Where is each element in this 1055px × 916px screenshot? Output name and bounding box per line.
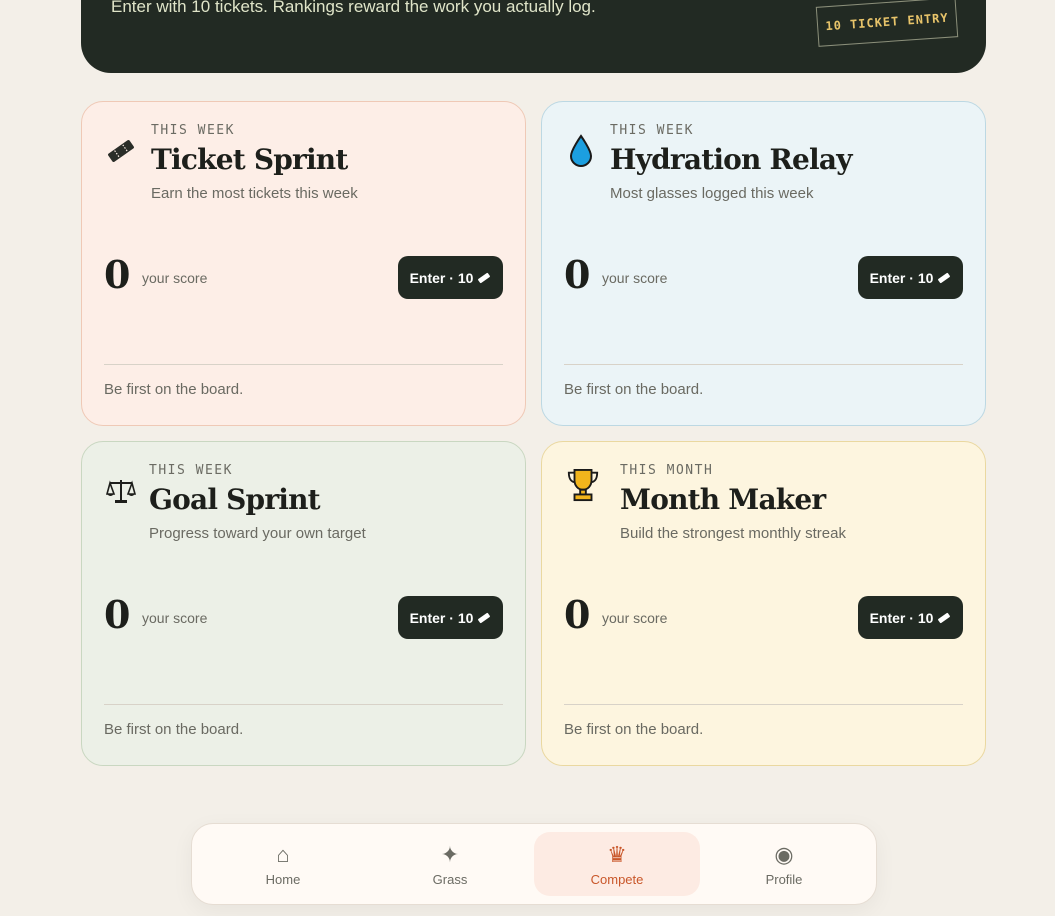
nav-label: Grass	[432, 871, 468, 887]
score-label: your score	[602, 270, 668, 286]
ticket-icon	[104, 134, 138, 168]
scales-icon	[104, 474, 138, 508]
competition-card-hydration-relay: THIS WEEK Hydration Relay Most glasses l…	[541, 101, 986, 426]
score-label: your score	[602, 610, 668, 626]
droplet-icon	[564, 134, 598, 168]
ticket-entry-tag: 10 TICKET ENTRY	[815, 0, 959, 47]
trophy-icon	[566, 468, 600, 502]
card-title: Hydration Relay	[610, 143, 852, 176]
score-label: your score	[142, 270, 208, 286]
enter-label: Enter · 10	[409, 609, 474, 626]
ticket-icon	[938, 612, 951, 623]
card-subtitle: Build the strongest monthly streak	[620, 525, 846, 542]
competition-card-ticket-sprint: THIS WEEK Ticket Sprint Earn the most ti…	[81, 101, 526, 426]
enter-label: Enter · 10	[869, 609, 934, 626]
score-value: 0	[564, 592, 591, 637]
divider	[104, 364, 503, 365]
score-value: 0	[564, 252, 591, 297]
card-period: THIS WEEK	[151, 123, 235, 138]
ticket-icon	[938, 272, 951, 283]
nav-label: Home	[265, 871, 301, 887]
nav-item-compete[interactable]: ♛ Compete	[534, 832, 700, 896]
score-value: 0	[104, 592, 131, 637]
leaderboard-empty-text: Be first on the board.	[564, 721, 704, 738]
divider	[564, 364, 963, 365]
score-label: your score	[142, 610, 208, 626]
leaderboard-empty-text: Be first on the board.	[104, 721, 244, 738]
nav-label: Compete	[590, 871, 644, 887]
card-subtitle: Earn the most tickets this week	[151, 185, 358, 202]
profile-icon: ◉	[774, 841, 794, 867]
card-title: Goal Sprint	[149, 483, 321, 516]
score-value: 0	[104, 252, 131, 297]
nav-item-profile[interactable]: ◉ Profile	[701, 832, 867, 896]
competition-card-goal-sprint: THIS WEEK Goal Sprint Progress toward yo…	[81, 441, 526, 766]
enter-button[interactable]: Enter · 10	[398, 256, 503, 299]
enter-label: Enter · 10	[409, 269, 474, 286]
home-icon: ⌂	[276, 841, 290, 867]
enter-label: Enter · 10	[869, 269, 934, 286]
card-period: THIS MONTH	[620, 463, 714, 478]
card-period: THIS WEEK	[610, 123, 694, 138]
nav-item-home[interactable]: ⌂ Home	[200, 832, 366, 896]
divider	[564, 704, 963, 705]
hero-banner: Enter with 10 tickets. Rankings reward t…	[81, 0, 986, 73]
leaderboard-empty-text: Be first on the board.	[564, 381, 704, 398]
nav-item-grass[interactable]: ✦ Grass	[367, 832, 533, 896]
crown-icon: ♛	[607, 841, 627, 867]
ticket-icon	[478, 612, 491, 623]
divider	[104, 704, 503, 705]
leaderboard-empty-text: Be first on the board.	[104, 381, 244, 398]
enter-button[interactable]: Enter · 10	[858, 596, 963, 639]
card-subtitle: Progress toward your own target	[149, 525, 366, 542]
enter-button[interactable]: Enter · 10	[858, 256, 963, 299]
hero-text: Enter with 10 tickets. Rankings reward t…	[111, 0, 596, 16]
enter-button[interactable]: Enter · 10	[398, 596, 503, 639]
card-subtitle: Most glasses logged this week	[610, 185, 814, 202]
sparkle-icon: ✦	[440, 841, 460, 867]
ticket-icon	[478, 272, 491, 283]
bottom-nav: ⌂ Home ✦ Grass ♛ Compete ◉ Profile	[191, 823, 877, 905]
card-title: Month Maker	[620, 483, 826, 516]
competition-card-month-maker: THIS MONTH Month Maker Build the stronge…	[541, 441, 986, 766]
card-period: THIS WEEK	[149, 463, 233, 478]
card-title: Ticket Sprint	[151, 143, 348, 176]
nav-label: Profile	[765, 871, 803, 887]
